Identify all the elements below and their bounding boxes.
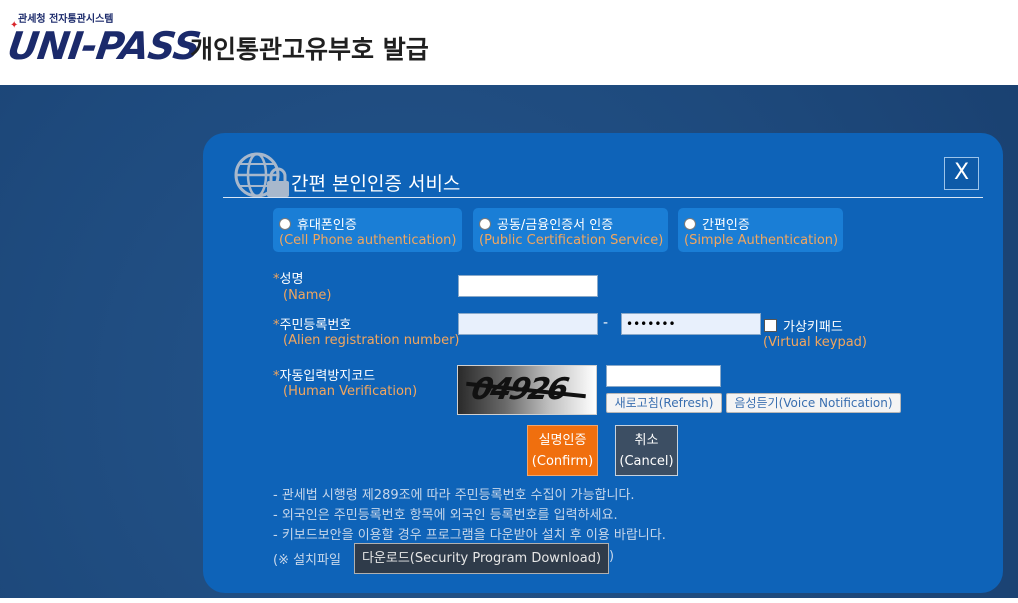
refresh-button[interactable]: 새로고침(Refresh) [606, 393, 722, 413]
confirm-label: 실명인증 [538, 433, 587, 448]
auth-option-cell-phone[interactable]: 휴대폰인증 (Cell Phone authentication) [273, 208, 462, 252]
name-label: *성명 [273, 272, 304, 287]
virtual-keypad-label-en: (Virtual keypad) [763, 335, 867, 350]
auth-modal: 간편 본인인증 서비스 X 휴대폰인증 (Cell Phone authenti… [203, 133, 1003, 593]
auth-option-simple[interactable]: 간편인증 (Simple Authentication) [678, 208, 843, 252]
note-line: - 키보드보안을 이용할 경우 프로그램을 다운받아 설치 후 이용 바랍니다. [273, 528, 666, 543]
radio-public-cert[interactable] [479, 217, 491, 230]
auth-option-label: 휴대폰인증 [297, 218, 357, 233]
page-header: 관세청 전자통관시스템 ✦ UNI-PASS 개인통관고유부호 발급 [0, 0, 1018, 85]
cancel-button[interactable]: 취소 (Cancel) [615, 425, 678, 476]
confirm-label-en: (Confirm) [531, 454, 594, 469]
note-line: - 관세법 시행령 제289조에 따라 주민등록번호 수집이 가능합니다. [273, 488, 635, 503]
auth-option-label: 간편인증 [702, 218, 750, 233]
virtual-keypad-checkbox[interactable] [764, 319, 777, 332]
auth-option-label: 공동/금융인증서 인증 [497, 218, 614, 233]
captcha-label: *자동입력방지코드 [273, 369, 376, 384]
note-line: - 외국인은 주민등록번호 항목에 외국인 등록번호를 입력하세요. [273, 508, 618, 523]
registration-dash: - [603, 315, 609, 331]
auth-option-label-en: (Public Certification Service) [479, 233, 664, 248]
cancel-label: 취소 [634, 433, 659, 448]
uni-pass-logo[interactable]: UNI-PASS [5, 24, 203, 68]
auth-option-label-en: (Simple Authentication) [684, 233, 839, 248]
page-title: 개인통관고유부호 발급 [190, 35, 429, 64]
title-divider [223, 197, 983, 198]
registration-back-input[interactable] [621, 313, 761, 335]
captcha-input[interactable] [606, 365, 721, 387]
name-input[interactable] [458, 275, 598, 297]
captcha-image: 04926 [457, 365, 597, 415]
confirm-button[interactable]: 실명인증 (Confirm) [527, 425, 598, 476]
auth-option-public-cert[interactable]: 공동/금융인증서 인증 (Public Certification Servic… [473, 208, 668, 252]
auth-option-label-en: (Cell Phone authentication) [279, 233, 457, 248]
radio-simple[interactable] [684, 217, 696, 230]
logo-subtitle: 관세청 전자통관시스템 [18, 14, 114, 25]
virtual-keypad-label: 가상키패드 [783, 320, 843, 335]
registration-label-en: (Alien registration number) [283, 333, 460, 348]
voice-notification-button[interactable]: 음성듣기(Voice Notification) [726, 393, 901, 413]
close-button[interactable]: X [944, 157, 979, 190]
security-program-download-button[interactable]: 다운로드(Security Program Download) [354, 543, 609, 574]
globe-lock-icon [234, 152, 289, 198]
radio-cell-phone[interactable] [279, 217, 291, 230]
install-note-suffix: ) [609, 549, 615, 564]
install-note-prefix: (※ 설치파일 [273, 553, 341, 568]
captcha-label-en: (Human Verification) [283, 384, 418, 399]
name-label-en: (Name) [283, 288, 332, 303]
registration-label: *주민등록번호 [273, 318, 352, 333]
cancel-label-en: (Cancel) [619, 454, 674, 469]
bottom-strip [0, 598, 1018, 603]
modal-title: 간편 본인인증 서비스 [291, 173, 461, 195]
registration-front-input[interactable] [458, 313, 598, 335]
